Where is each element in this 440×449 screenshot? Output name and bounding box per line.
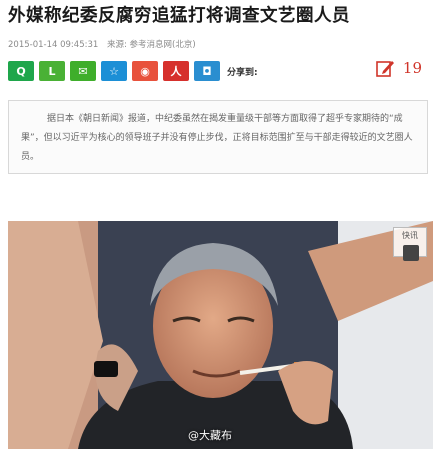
comment-count: 19 [402, 59, 422, 77]
article-source: 来源: 参考消息网(北京) [106, 40, 196, 50]
article-title: 外媒称纪委反腐穷追猛打将调查文艺圈人员 [8, 6, 350, 26]
article-meta: 2015-01-14 09:45:31 来源: 参考消息网(北京) [8, 38, 202, 50]
comment-edit-icon [376, 61, 394, 77]
article-timestamp: 2015-01-14 09:45:31 [8, 40, 99, 50]
share-label: 分享到: [227, 67, 258, 78]
share-kaixin-button[interactable]: ◘ [194, 61, 220, 81]
share-renren-button[interactable]: 人 [163, 61, 189, 81]
photo-watermark: @大藏布 [188, 429, 232, 442]
article-summary: 据日本《朝日新闻》报道，中纪委虽然在揭发重量级干部等方面取得了超乎专家期待的“成… [8, 100, 428, 174]
photo-illustration [8, 221, 433, 449]
share-bar: Q L ✉ ☆ ◉ 人 ◘ 分享到: [8, 60, 258, 82]
share-qq-weibo-button[interactable]: ☆ [101, 61, 127, 81]
article-photo[interactable]: 快讯 @大藏布 [8, 221, 433, 449]
share-qq-zone-button[interactable]: Q [8, 61, 34, 81]
share-wechat-button[interactable]: ✉ [70, 61, 96, 81]
share-qq-friend-button[interactable]: L [39, 61, 65, 81]
share-sina-weibo-button[interactable]: ◉ [132, 61, 158, 81]
zoom-icon[interactable] [403, 245, 419, 261]
comment-link[interactable]: 19 [375, 58, 422, 78]
